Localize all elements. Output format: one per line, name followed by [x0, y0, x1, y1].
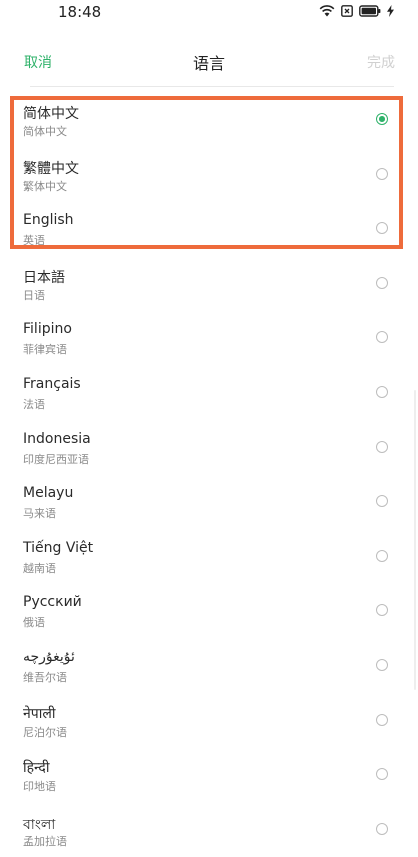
language-subtitle: 尼泊尔语	[23, 725, 67, 739]
radio-unselected-icon[interactable]	[376, 385, 388, 398]
language-subtitle: 俄语	[23, 616, 45, 630]
language-subtitle: 马来语	[23, 507, 56, 521]
language-name: Tiếng Việt	[23, 539, 94, 556]
language-subtitle: 英语	[23, 234, 45, 248]
sim-icon	[341, 5, 353, 17]
page-title: 语言	[192, 54, 225, 73]
language-option[interactable]: English 英语	[0, 202, 418, 257]
radio-selected-icon[interactable]	[376, 113, 388, 125]
language-option[interactable]: हिन्दी 印地语	[0, 748, 418, 803]
language-name: Melayu	[23, 485, 74, 502]
language-option[interactable]: Русский 俄语	[0, 584, 418, 639]
language-option[interactable]: Indonesia 印度尼西亚语	[0, 421, 418, 476]
radio-unselected-icon[interactable]	[376, 331, 388, 344]
language-subtitle: 菲律宾语	[23, 343, 67, 357]
language-subtitle: 印度尼西亚语	[23, 452, 89, 466]
language-subtitle: 印地语	[23, 780, 56, 794]
language-option[interactable]: ئۇيغۇرچە 维吾尔语	[0, 639, 418, 694]
language-subtitle: 简体中文	[23, 125, 67, 138]
language-option[interactable]: Filipino 菲律宾语	[0, 311, 418, 366]
header: 取消 语言 完成	[0, 44, 418, 78]
language-list: 简体中文 简体中文 繁體中文 繁体中文 English 英语 日本語 日语 Filipino 菲律…	[0, 93, 418, 857]
scrollbar[interactable]	[414, 390, 416, 690]
language-option[interactable]: Tiếng Việt 越南语	[0, 530, 418, 585]
status-time: 18:48	[58, 3, 102, 21]
status-bar: 18:48	[0, 0, 418, 28]
language-name: 繁體中文	[23, 160, 79, 177]
language-option[interactable]: 日本語 日语	[0, 257, 418, 312]
radio-unselected-icon[interactable]	[376, 495, 388, 508]
language-name: 简体中文	[23, 106, 79, 122]
language-subtitle: 维吾尔语	[23, 670, 67, 684]
language-subtitle: 繁体中文	[23, 179, 67, 193]
language-name: नेपाली	[23, 705, 56, 722]
radio-unselected-icon[interactable]	[376, 768, 388, 781]
radio-unselected-icon[interactable]	[376, 713, 388, 726]
done-button[interactable]: 完成	[367, 52, 395, 72]
language-name: Filipino	[23, 321, 72, 338]
language-subtitle: 日语	[23, 288, 45, 302]
battery-icon	[359, 5, 381, 17]
language-option[interactable]: বাংলা 孟加拉语	[0, 803, 418, 857]
radio-unselected-icon[interactable]	[376, 658, 388, 671]
language-name: Русский	[23, 594, 82, 611]
radio-unselected-icon[interactable]	[376, 549, 388, 562]
language-name: 日本語	[23, 269, 65, 286]
language-option[interactable]: Français 法语	[0, 366, 418, 421]
radio-unselected-icon[interactable]	[376, 167, 388, 180]
language-subtitle: 越南语	[23, 561, 56, 575]
language-subtitle: 孟加拉语	[23, 834, 67, 848]
radio-unselected-icon[interactable]	[376, 276, 388, 289]
radio-unselected-icon[interactable]	[376, 822, 388, 835]
status-icons	[319, 5, 394, 17]
language-name: Indonesia	[23, 430, 91, 447]
wifi-icon	[319, 5, 335, 17]
language-name: हिन्दी	[23, 760, 50, 777]
language-name: Français	[23, 375, 81, 392]
charging-icon	[387, 5, 394, 17]
language-option[interactable]: 简体中文 简体中文	[0, 93, 418, 148]
radio-unselected-icon[interactable]	[376, 440, 388, 453]
language-option[interactable]: नेपाली 尼泊尔语	[0, 694, 418, 749]
radio-unselected-icon[interactable]	[376, 604, 388, 617]
language-option[interactable]: 繁體中文 繁体中文	[0, 148, 418, 203]
language-name: ئۇيغۇرچە	[23, 648, 75, 665]
language-subtitle: 法语	[23, 397, 45, 411]
language-name: English	[23, 212, 74, 229]
radio-unselected-icon[interactable]	[376, 222, 388, 235]
language-option[interactable]: Melayu 马来语	[0, 475, 418, 530]
header-divider	[30, 86, 394, 87]
